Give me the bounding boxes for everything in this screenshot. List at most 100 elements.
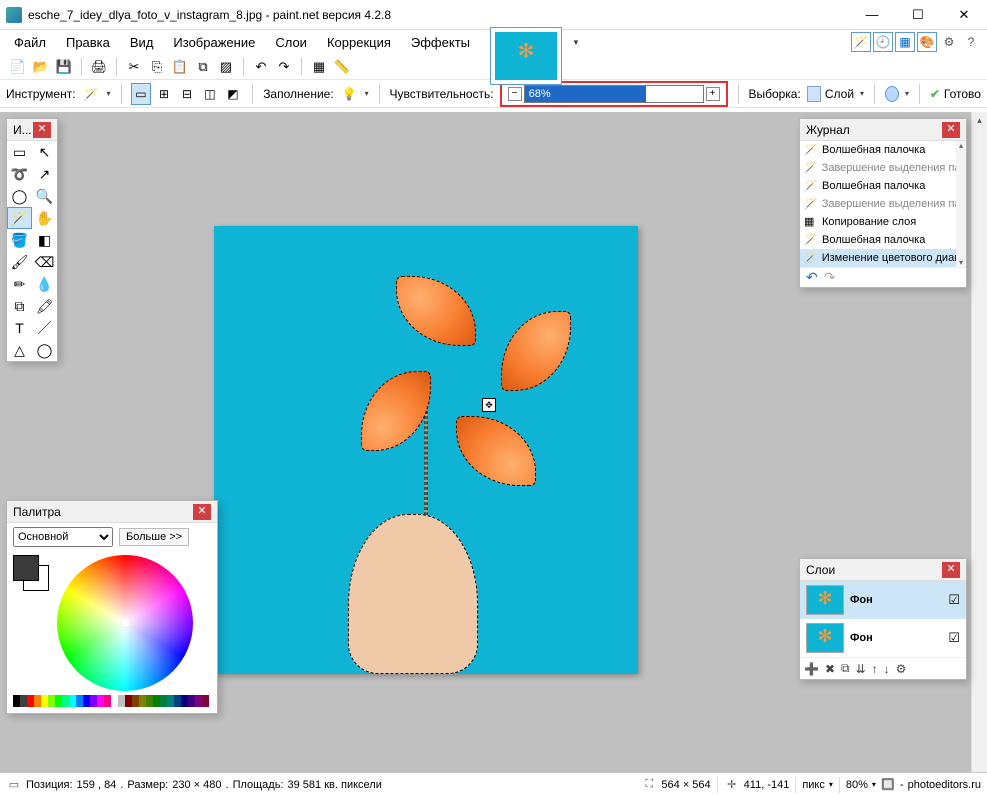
palette-color[interactable] xyxy=(62,695,69,707)
color-wheel[interactable] xyxy=(57,555,193,691)
tool-text[interactable]: T xyxy=(7,317,32,339)
close-button[interactable]: ✕ xyxy=(941,0,987,30)
sample-layer-label[interactable]: Слой xyxy=(825,87,854,101)
colors-panel-close-icon[interactable]: ✕ xyxy=(193,504,211,520)
palette-color[interactable] xyxy=(13,695,20,707)
redo-icon[interactable]: ↷ xyxy=(274,57,294,77)
tool-recolor[interactable]: 🖍 xyxy=(32,295,57,317)
layer-duplicate-icon[interactable]: ⧉ xyxy=(841,661,850,676)
tolerance-plus-button[interactable]: + xyxy=(706,87,720,101)
layer-down-icon[interactable]: ↓ xyxy=(884,662,890,676)
undo-icon[interactable]: ↶ xyxy=(251,57,271,77)
palette-color[interactable] xyxy=(48,695,55,707)
tool-line[interactable]: ／ xyxy=(32,317,57,339)
palette-strip[interactable] xyxy=(7,693,217,713)
sample-dropdown-icon[interactable]: ▾ xyxy=(860,89,864,98)
open-icon[interactable]: 📂 xyxy=(31,57,51,77)
palette-color[interactable] xyxy=(27,695,34,707)
layer-add-icon[interactable]: ➕ xyxy=(804,662,819,676)
history-scrollbar[interactable]: ▴▾ xyxy=(956,141,966,267)
color-swatches[interactable] xyxy=(13,555,51,595)
tool-clone[interactable]: ⧉ xyxy=(7,295,32,317)
copy-icon[interactable]: ⎘ xyxy=(147,57,167,77)
tool-lasso[interactable]: ➰ xyxy=(7,163,32,185)
minimize-button[interactable]: — xyxy=(849,0,895,30)
tool-eraser[interactable]: ⌫ xyxy=(32,251,57,273)
units-label[interactable]: пикс xyxy=(802,779,825,791)
mode-replace-icon[interactable]: ▭ xyxy=(131,83,150,105)
mode-subtract-icon[interactable]: ⊟ xyxy=(178,83,197,105)
palette-color[interactable] xyxy=(76,695,83,707)
maximize-button[interactable]: ☐ xyxy=(895,0,941,30)
tool-ellipse-select[interactable]: ◯ xyxy=(7,185,32,207)
document-thumb[interactable]: ✻ xyxy=(490,27,562,85)
scroll-up-icon[interactable]: ▴ xyxy=(972,112,987,128)
history-list[interactable]: 🪄Волшебная палочка 🪄Завершение выделения… xyxy=(800,141,966,267)
tool-wand-icon[interactable]: 🪄 xyxy=(82,83,101,105)
print-icon[interactable]: 🖨 xyxy=(89,57,109,77)
palette-color[interactable] xyxy=(20,695,27,707)
layers-panel-close-icon[interactable]: ✕ xyxy=(942,562,960,578)
tool-dropdown-icon[interactable]: ▾ xyxy=(106,89,110,98)
layer-visible-checkbox[interactable]: ☑ xyxy=(948,630,960,646)
fill-icon[interactable]: 💡 xyxy=(340,83,359,105)
palette-color[interactable] xyxy=(181,695,188,707)
paste-icon[interactable]: 📋 xyxy=(170,57,190,77)
menu-file[interactable]: Файл xyxy=(6,33,54,52)
vertical-scrollbar[interactable]: ▴ xyxy=(971,112,987,772)
layers-window-icon[interactable]: ▦ xyxy=(895,32,915,52)
palette-color[interactable] xyxy=(69,695,76,707)
mode-intersect-icon[interactable]: ◫ xyxy=(200,83,219,105)
color-picker-dot[interactable] xyxy=(120,618,130,628)
tools-window-icon[interactable]: 🪄 xyxy=(851,32,871,52)
grid-icon[interactable]: ▦ xyxy=(309,57,329,77)
palette-color[interactable] xyxy=(118,695,125,707)
palette-color[interactable] xyxy=(174,695,181,707)
menu-view[interactable]: Вид xyxy=(122,33,162,52)
palette-color[interactable] xyxy=(153,695,160,707)
menu-layers[interactable]: Слои xyxy=(267,33,315,52)
units-dropdown-icon[interactable]: ▾ xyxy=(829,780,833,789)
tool-rect[interactable]: ◯ xyxy=(32,339,57,361)
layer-delete-icon[interactable]: ✖ xyxy=(825,662,835,676)
new-icon[interactable]: 📄 xyxy=(8,57,28,77)
history-item[interactable]: 🪄Завершение выделения палочкой xyxy=(800,195,966,213)
ruler-icon[interactable]: 📏 xyxy=(332,57,352,77)
layer-up-icon[interactable]: ↑ xyxy=(872,662,878,676)
contiguous-icon[interactable] xyxy=(885,86,899,102)
history-item[interactable]: 🪄Волшебная палочка xyxy=(800,141,966,159)
tool-move-sel[interactable]: ↖ xyxy=(32,141,57,163)
palette-color[interactable] xyxy=(125,695,132,707)
tool-gradient[interactable]: ◧ xyxy=(32,229,57,251)
commit-label[interactable]: Готово xyxy=(944,87,981,101)
palette-color[interactable] xyxy=(160,695,167,707)
history-item[interactable]: 🪄Волшебная палочка xyxy=(800,231,966,249)
palette-color[interactable] xyxy=(202,695,209,707)
menu-image[interactable]: Изображение xyxy=(165,33,263,52)
palette-color[interactable] xyxy=(139,695,146,707)
tolerance-slider[interactable]: 68% xyxy=(524,85,704,103)
tolerance-minus-button[interactable]: − xyxy=(508,87,522,101)
zoom-dropdown-icon[interactable]: ▾ xyxy=(872,780,876,789)
palette-color[interactable] xyxy=(132,695,139,707)
more-button[interactable]: Больше >> xyxy=(119,528,189,546)
palette-color[interactable] xyxy=(188,695,195,707)
colors-window-icon[interactable]: 🎨 xyxy=(917,32,937,52)
menu-adjust[interactable]: Коррекция xyxy=(319,33,399,52)
save-icon[interactable]: 💾 xyxy=(54,57,74,77)
palette-color[interactable] xyxy=(34,695,41,707)
tools-panel-close-icon[interactable]: ✕ xyxy=(33,122,51,138)
help-icon[interactable]: ? xyxy=(961,35,981,49)
tool-zoom[interactable]: 🔍 xyxy=(32,185,57,207)
cut-icon[interactable]: ✂ xyxy=(124,57,144,77)
palette-color[interactable] xyxy=(146,695,153,707)
palette-color[interactable] xyxy=(195,695,202,707)
thumb-dropdown-icon[interactable]: ▼ xyxy=(572,38,580,47)
tool-pan[interactable]: ✋ xyxy=(32,207,57,229)
zoom-fit-icon[interactable]: 🔲 xyxy=(880,777,896,793)
settings-icon[interactable]: ⚙ xyxy=(939,35,959,49)
palette-color[interactable] xyxy=(111,695,118,707)
palette-color[interactable] xyxy=(97,695,104,707)
layer-props-icon[interactable]: ⚙ xyxy=(896,662,907,676)
palette-color[interactable] xyxy=(55,695,62,707)
